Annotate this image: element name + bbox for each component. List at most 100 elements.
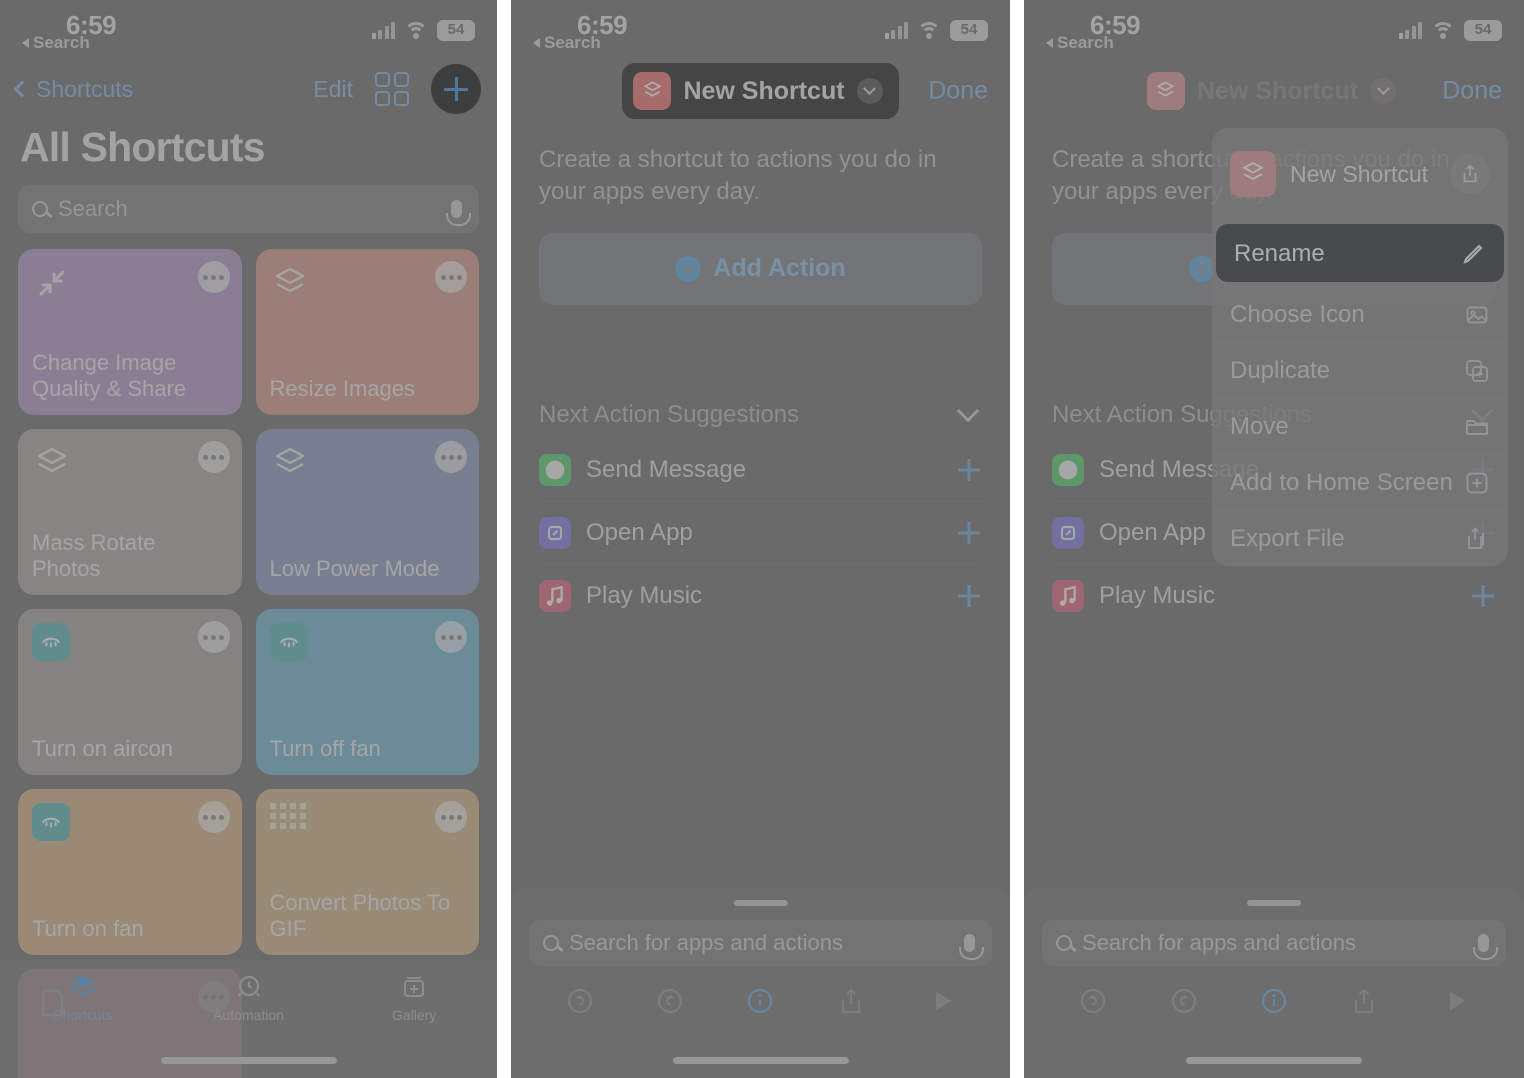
shortcuts-layers-icon: [32, 443, 72, 483]
shortcut-card[interactable]: Low Power Mode: [255, 429, 479, 595]
info-icon[interactable]: [1257, 984, 1291, 1018]
microphone-icon[interactable]: [959, 934, 984, 960]
add-shortcut-button[interactable]: [431, 64, 481, 114]
status-back-label: Search: [33, 33, 90, 52]
tab-automation[interactable]: Automation: [166, 972, 332, 1023]
undo-icon[interactable]: [1076, 984, 1110, 1018]
shortcut-card[interactable]: Resize Images: [255, 249, 479, 415]
status-back-to-search[interactable]: Search: [1046, 33, 1114, 53]
action-search-placeholder: Search for apps and actions: [569, 930, 843, 955]
suggestion-row[interactable]: Open App: [539, 502, 982, 565]
more-options-icon[interactable]: [435, 801, 467, 833]
shortcut-card-title: Turn off fan: [269, 735, 381, 761]
shortcut-card[interactable]: Convert Photos To GIF: [255, 789, 479, 955]
status-bar: 6:59 Search 54: [0, 0, 497, 58]
add-suggestion-button[interactable]: [956, 520, 982, 546]
play-icon[interactable]: [924, 984, 958, 1018]
more-options-icon[interactable]: [197, 621, 230, 653]
context-menu-header: New Shortcut: [1212, 128, 1508, 220]
music-note-icon: [1052, 580, 1084, 613]
play-icon[interactable]: [1438, 984, 1472, 1018]
chevron-down-circle-icon[interactable]: [856, 78, 883, 104]
redo-icon[interactable]: [1167, 984, 1201, 1018]
suggestions-header[interactable]: Next Action Suggestions: [511, 399, 1010, 429]
context-menu-items: Rename Choose Icon Duplicate Move Add to…: [1212, 224, 1508, 566]
back-triangle-icon: [1046, 38, 1053, 48]
context-menu-item-duplicate[interactable]: Duplicate: [1212, 342, 1508, 398]
more-options-icon[interactable]: [435, 261, 467, 293]
context-menu-item-add-to-home-screen[interactable]: Add to Home Screen: [1212, 454, 1508, 510]
chevron-left-icon: [13, 80, 31, 98]
shortcut-title-pill[interactable]: New Shortcut: [622, 63, 899, 119]
microphone-icon[interactable]: [1473, 934, 1498, 960]
action-search-sheet: Search for apps and actions: [511, 888, 1010, 1078]
action-search-input[interactable]: Search for apps and actions: [529, 920, 992, 966]
chevron-down-icon[interactable]: [956, 399, 980, 423]
add-suggestion-button[interactable]: [956, 457, 982, 483]
chevron-down-circle-icon[interactable]: [1370, 78, 1397, 104]
editor-navigation-bar: New Shortcut Done: [511, 58, 1010, 124]
context-menu-item-label: Move: [1230, 412, 1289, 440]
back-triangle-icon: [22, 38, 29, 48]
context-menu-title: New Shortcut: [1290, 160, 1429, 187]
drag-handle-icon[interactable]: [733, 900, 788, 906]
suggestions-title: Next Action Suggestions: [539, 400, 800, 428]
microphone-icon[interactable]: [446, 200, 471, 226]
shortcut-card[interactable]: Change Image Quality & Share: [18, 249, 242, 415]
context-menu-item-export-file[interactable]: Export File: [1212, 510, 1508, 566]
back-button[interactable]: Shortcuts: [13, 76, 133, 103]
add-suggestion-button[interactable]: [1470, 583, 1496, 609]
editor-description: Create a shortcut to actions you do in y…: [539, 146, 937, 206]
suggestion-row[interactable]: Play Music: [1052, 565, 1496, 628]
status-back-to-search[interactable]: Search: [22, 33, 90, 53]
more-options-icon[interactable]: [197, 441, 230, 473]
drag-handle-icon[interactable]: [1247, 900, 1301, 906]
share-icon[interactable]: [1450, 154, 1490, 194]
gallery-tab-icon: [399, 972, 429, 1002]
tab-label: Shortcuts: [53, 1007, 113, 1023]
search-icon: [543, 935, 559, 951]
more-options-icon[interactable]: [435, 441, 467, 473]
edit-button[interactable]: Edit: [313, 76, 353, 103]
action-search-input[interactable]: Search for apps and actions: [1042, 920, 1506, 966]
status-indicators: 54: [884, 20, 988, 41]
shortcut-title-pill[interactable]: New Shortcut: [1136, 63, 1412, 119]
share-icon[interactable]: [1347, 984, 1381, 1018]
search-input[interactable]: Search: [18, 185, 479, 233]
tab-shortcuts[interactable]: Shortcuts: [0, 972, 166, 1023]
done-button[interactable]: Done: [1442, 77, 1502, 106]
wifi-icon: [1431, 21, 1455, 40]
more-options-icon[interactable]: [435, 621, 467, 653]
status-back-to-search[interactable]: Search: [533, 33, 601, 53]
info-icon[interactable]: [743, 984, 777, 1018]
tab-gallery[interactable]: Gallery: [331, 972, 497, 1023]
shortcut-card[interactable]: Turn on fan: [18, 789, 242, 955]
redo-icon[interactable]: [653, 984, 687, 1018]
more-options-icon[interactable]: [197, 261, 230, 293]
context-menu-item-rename[interactable]: Rename: [1216, 224, 1504, 282]
status-indicators: 54: [1398, 20, 1502, 41]
editor-toolbar: [511, 984, 1010, 1018]
share-icon[interactable]: [834, 984, 868, 1018]
search-icon: [1056, 935, 1072, 951]
context-menu-item-label: Choose Icon: [1230, 300, 1365, 328]
undo-icon[interactable]: [563, 984, 597, 1018]
panel-gap-2: [1010, 0, 1024, 1078]
duplicate-icon: [1464, 358, 1490, 384]
context-menu-item-choose-icon[interactable]: Choose Icon: [1212, 286, 1508, 342]
context-menu-item-move[interactable]: Move: [1212, 398, 1508, 454]
add-suggestion-button[interactable]: [956, 583, 982, 609]
suggestion-row[interactable]: Send Message: [539, 439, 982, 502]
page-title: All Shortcuts: [20, 124, 266, 170]
shortcuts-grid: Change Image Quality & Share Resize Imag…: [0, 233, 497, 1078]
shortcut-card[interactable]: Turn off fan: [255, 609, 479, 775]
done-button[interactable]: Done: [928, 77, 988, 106]
messages-app-icon: [539, 453, 571, 486]
more-options-icon[interactable]: [197, 801, 230, 833]
suggestion-row[interactable]: Play Music: [539, 565, 982, 628]
shortcut-card[interactable]: Turn on aircon: [18, 609, 242, 775]
shortcut-card[interactable]: Mass Rotate Photos: [18, 429, 242, 595]
add-action-button[interactable]: Add Action: [539, 232, 982, 305]
cellular-bars-icon: [371, 22, 395, 39]
grid-view-icon[interactable]: [375, 72, 409, 106]
